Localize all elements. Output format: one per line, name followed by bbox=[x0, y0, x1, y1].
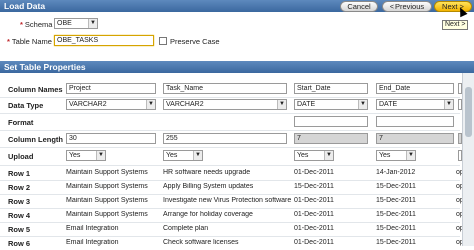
chevron-down-icon: ▼ bbox=[324, 151, 333, 160]
upload-select-2[interactable]: Yes ▼ bbox=[163, 150, 203, 161]
table-row: Row 2 Maintain Support Systems Apply Bil… bbox=[0, 182, 474, 194]
cell: Arrange for holiday coverage bbox=[163, 211, 253, 218]
cell: 15-Dec-2011 bbox=[376, 183, 416, 190]
chevron-down-icon: ▼ bbox=[146, 100, 155, 109]
column-name-input-2[interactable]: Task_Name bbox=[163, 83, 287, 94]
schema-label: * Schema bbox=[20, 20, 53, 29]
table-name-input[interactable]: OBE_TASKS bbox=[54, 35, 154, 46]
vertical-scrollbar[interactable] bbox=[462, 73, 474, 246]
column-name-input-4[interactable]: End_Date bbox=[376, 83, 454, 94]
cell: Maintain Support Systems bbox=[66, 169, 148, 176]
column-length-input-2[interactable]: 255 bbox=[163, 133, 287, 144]
cell: 15-Dec-2011 bbox=[376, 211, 416, 218]
column-length-label: Column Length bbox=[8, 135, 63, 144]
data-type-select-3[interactable]: DATE ▼ bbox=[294, 99, 368, 110]
row-label: Row 1 bbox=[8, 169, 31, 178]
cell: HR software needs upgrade bbox=[163, 169, 251, 176]
cell: Maintain Support Systems bbox=[66, 183, 148, 190]
format-input-3[interactable] bbox=[294, 116, 368, 127]
chevron-down-icon: ▼ bbox=[277, 100, 286, 109]
cell: 01-Dec-2011 bbox=[294, 169, 334, 176]
required-asterisk-icon: * bbox=[7, 37, 10, 46]
upload-select-4[interactable]: Yes ▼ bbox=[376, 150, 416, 161]
cell: Email Integration bbox=[66, 225, 119, 232]
chevron-down-icon: ▼ bbox=[193, 151, 202, 160]
row-label: Row 5 bbox=[8, 225, 31, 234]
cell: Investigate new Virus Protection softwar… bbox=[163, 197, 291, 204]
column-length-input-3: 7 bbox=[294, 133, 368, 144]
column-name-input-3[interactable]: Start_Date bbox=[294, 83, 368, 94]
chevron-down-icon: ▼ bbox=[88, 19, 97, 28]
data-type-select-1[interactable]: VARCHAR2 ▼ bbox=[66, 99, 156, 110]
table-row: Row 1 Maintain Support Systems HR softwa… bbox=[0, 168, 474, 180]
row-label: Row 4 bbox=[8, 211, 31, 220]
cell: Email Integration bbox=[66, 239, 119, 246]
cell: Maintain Support Systems bbox=[66, 211, 148, 218]
format-label: Format bbox=[8, 118, 34, 127]
cell: Check software licenses bbox=[163, 239, 239, 246]
cell: Complete plan bbox=[163, 225, 209, 232]
cell: 01-Dec-2011 bbox=[294, 211, 334, 218]
previous-label: Previous bbox=[394, 2, 425, 11]
cancel-button[interactable]: Cancel bbox=[340, 1, 378, 12]
cell: 01-Dec-2011 bbox=[294, 239, 334, 246]
preserve-case-label: Preserve Case bbox=[170, 37, 220, 46]
chevron-down-icon: ▼ bbox=[406, 151, 415, 160]
required-asterisk-icon: * bbox=[20, 20, 23, 29]
cell: 14-Jan-2012 bbox=[376, 169, 416, 176]
column-length-input-1[interactable]: 30 bbox=[66, 133, 156, 144]
upload-select-1[interactable]: Yes ▼ bbox=[66, 150, 106, 161]
chevron-left-icon: < bbox=[389, 4, 394, 11]
table-name-label: * Table Name bbox=[7, 37, 52, 46]
next-tooltip: Next > bbox=[442, 20, 469, 30]
row-label: Row 6 bbox=[8, 239, 31, 248]
cell: Maintain Support Systems bbox=[66, 197, 148, 204]
cell: 15-Dec-2011 bbox=[294, 183, 334, 190]
chevron-down-icon: ▼ bbox=[358, 100, 367, 109]
cell: 01-Dec-2011 bbox=[294, 225, 334, 232]
cell: 01-Dec-2011 bbox=[294, 197, 334, 204]
schema-value: OBE bbox=[57, 20, 72, 27]
cell: 15-Dec-2011 bbox=[376, 225, 416, 232]
row-label: Row 2 bbox=[8, 183, 31, 192]
table-row: Row 5 Email Integration Complete plan 01… bbox=[0, 224, 474, 236]
chevron-down-icon: ▼ bbox=[96, 151, 105, 160]
scrollbar-thumb[interactable] bbox=[465, 87, 472, 137]
table-row: Row 3 Maintain Support Systems Investiga… bbox=[0, 196, 474, 208]
column-names-label: Column Names bbox=[8, 85, 63, 94]
upload-select-3[interactable]: Yes ▼ bbox=[294, 150, 334, 161]
column-length-input-4: 7 bbox=[376, 133, 454, 144]
schema-select[interactable]: OBE ▼ bbox=[54, 18, 98, 29]
table-row: Row 4 Maintain Support Systems Arrange f… bbox=[0, 210, 474, 222]
previous-button[interactable]: <Previous bbox=[382, 1, 432, 12]
preserve-case-checkbox[interactable] bbox=[159, 37, 167, 45]
cell: 15-Dec-2011 bbox=[376, 197, 416, 204]
upload-label: Upload bbox=[8, 152, 34, 161]
data-type-label: Data Type bbox=[8, 101, 44, 110]
cell: 15-Dec-2011 bbox=[376, 239, 416, 246]
table-row: Row 6 Email Integration Check software l… bbox=[0, 238, 474, 250]
format-input-4[interactable] bbox=[376, 116, 454, 127]
set-table-properties-header: Set Table Properties bbox=[0, 61, 474, 73]
section-title: Set Table Properties bbox=[4, 62, 86, 72]
cell: Apply Billing System updates bbox=[163, 183, 254, 190]
column-name-input-1[interactable]: Project bbox=[66, 83, 156, 94]
data-type-select-2[interactable]: VARCHAR2 ▼ bbox=[163, 99, 287, 110]
chevron-down-icon: ▼ bbox=[444, 100, 453, 109]
header-title: Load Data bbox=[4, 1, 46, 11]
row-label: Row 3 bbox=[8, 197, 31, 206]
data-type-select-4[interactable]: DATE ▼ bbox=[376, 99, 454, 110]
